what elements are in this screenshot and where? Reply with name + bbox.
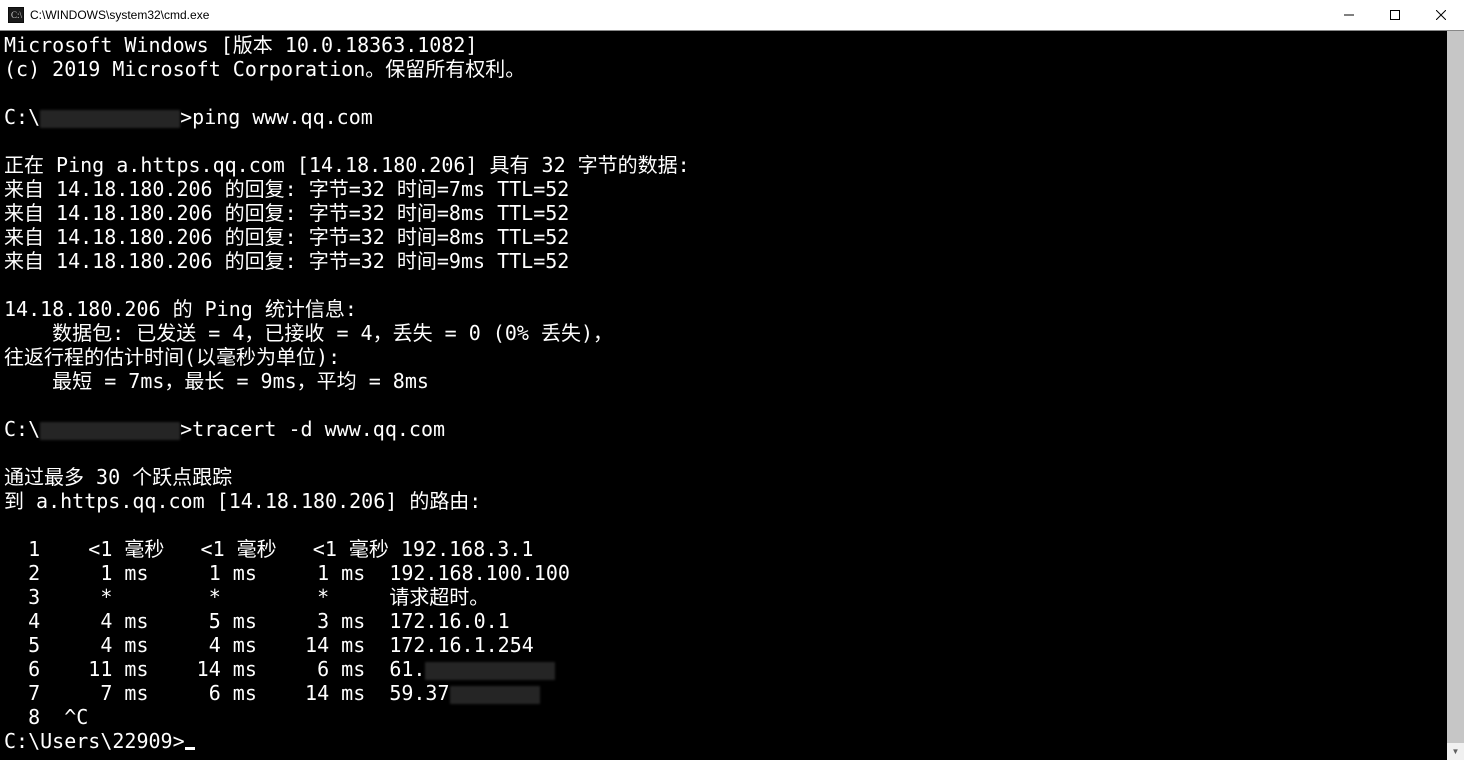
out-line: 来自 14.18.180.206 的回复: 字节=32 时间=8ms TTL=5… xyxy=(4,225,569,249)
redacted-user xyxy=(40,422,180,440)
close-icon xyxy=(1436,10,1446,20)
prompt-line: C:\Users\22909> xyxy=(4,729,195,753)
redacted-user xyxy=(40,110,180,128)
out-line: 6 11 ms 14 ms 6 ms 61. xyxy=(4,657,555,681)
minimize-icon xyxy=(1344,10,1354,20)
maximize-icon xyxy=(1390,10,1400,20)
prompt-line: C:\>ping www.qq.com xyxy=(4,105,373,129)
vertical-scrollbar[interactable]: ▲ ▼ xyxy=(1447,31,1464,760)
out-line: 来自 14.18.180.206 的回复: 字节=32 时间=7ms TTL=5… xyxy=(4,177,569,201)
out-line: Microsoft Windows [版本 10.0.18363.1082] xyxy=(4,33,477,57)
maximize-button[interactable] xyxy=(1372,0,1418,30)
out-line: 8 ^C xyxy=(4,705,88,729)
window-controls xyxy=(1326,0,1464,30)
out-line: 最短 = 7ms，最长 = 9ms，平均 = 8ms xyxy=(4,369,429,393)
terminal-output[interactable]: Microsoft Windows [版本 10.0.18363.1082] (… xyxy=(0,31,1447,760)
out-line: 2 1 ms 1 ms 1 ms 192.168.100.100 xyxy=(4,561,570,585)
out-line: 通过最多 30 个跃点跟踪 xyxy=(4,465,232,489)
svg-text:C:\: C:\ xyxy=(11,10,23,20)
redacted-ip xyxy=(450,686,540,704)
out-line: 5 4 ms 4 ms 14 ms 172.16.1.254 xyxy=(4,633,534,657)
out-line: 14.18.180.206 的 Ping 统计信息: xyxy=(4,297,357,321)
out-line: 往返行程的估计时间(以毫秒为单位): xyxy=(4,345,340,369)
titlebar-path: C:\WINDOWS\system32\cmd.exe xyxy=(30,8,209,22)
out-line: 正在 Ping a.https.qq.com [14.18.180.206] 具… xyxy=(4,153,690,177)
prompt-line: C:\>tracert -d www.qq.com xyxy=(4,417,445,441)
redacted-ip xyxy=(425,662,555,680)
titlebar[interactable]: C:\ C:\WINDOWS\system32\cmd.exe xyxy=(0,0,1464,31)
minimize-button[interactable] xyxy=(1326,0,1372,30)
cmd-window: C:\ C:\WINDOWS\system32\cmd.exe Microsof… xyxy=(0,0,1464,760)
cmd-icon: C:\ xyxy=(8,7,24,23)
out-line: 来自 14.18.180.206 的回复: 字节=32 时间=8ms TTL=5… xyxy=(4,201,569,225)
out-line: 1 <1 毫秒 <1 毫秒 <1 毫秒 192.168.3.1 xyxy=(4,537,533,561)
out-line: 7 7 ms 6 ms 14 ms 59.37 xyxy=(4,681,540,705)
out-line: 数据包: 已发送 = 4，已接收 = 4，丢失 = 0 (0% 丢失)， xyxy=(4,321,613,345)
scroll-down-button[interactable]: ▼ xyxy=(1447,743,1464,760)
scroll-thumb[interactable] xyxy=(1447,31,1464,751)
out-line: 3 * * * 请求超时。 xyxy=(4,585,489,609)
out-line: 4 4 ms 5 ms 3 ms 172.16.0.1 xyxy=(4,609,510,633)
cursor xyxy=(185,747,195,750)
out-line: 到 a.https.qq.com [14.18.180.206] 的路由: xyxy=(4,489,481,513)
close-button[interactable] xyxy=(1418,0,1464,30)
terminal-area: Microsoft Windows [版本 10.0.18363.1082] (… xyxy=(0,31,1464,760)
out-line: (c) 2019 Microsoft Corporation。保留所有权利。 xyxy=(4,57,525,81)
out-line: 来自 14.18.180.206 的回复: 字节=32 时间=9ms TTL=5… xyxy=(4,249,569,273)
